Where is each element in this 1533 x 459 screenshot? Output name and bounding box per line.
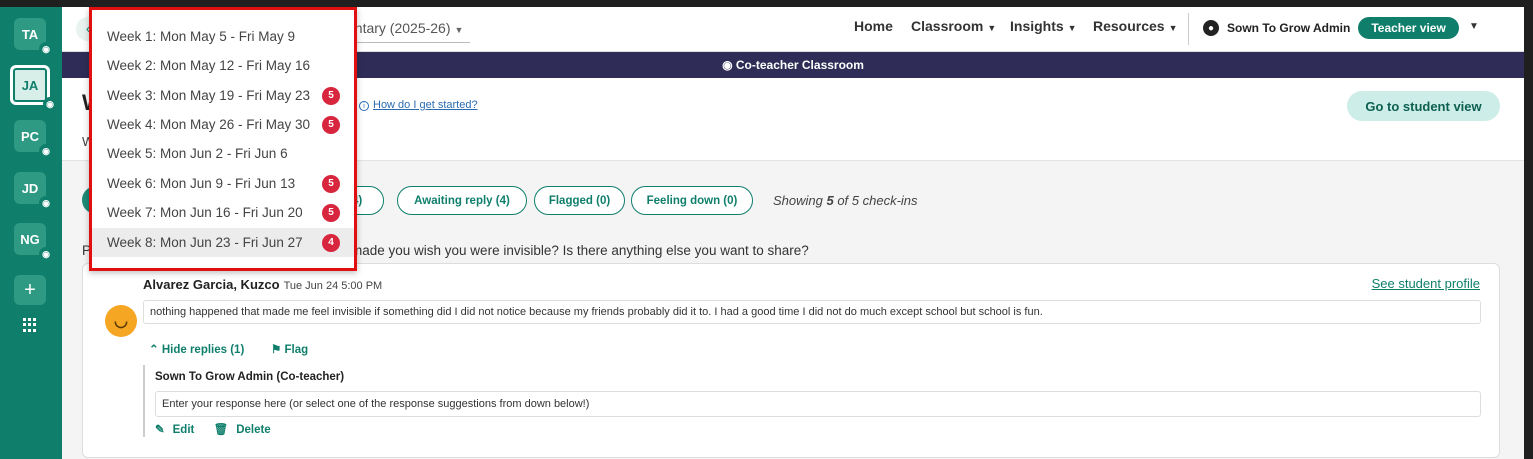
term-select[interactable]: entary (2025-26) ▼ [347,15,470,43]
pencil-icon: ✎ [155,424,165,436]
help-link[interactable]: i How do I get started? [359,99,478,111]
week-option-label: Week 4: Mon May 26 - Fri May 30 [107,117,311,132]
eye-icon: ◉ [39,144,53,158]
week-option-label: Week 7: Mon Jun 16 - Fri Jun 20 [107,205,303,220]
add-class-button[interactable]: + [14,275,46,305]
week-option[interactable]: Week 7: Mon Jun 16 - Fri Jun 20 5 [92,198,354,227]
delete-label: Delete [236,424,271,436]
caret-down-icon: ▼ [987,23,997,33]
week-option-selected[interactable]: Week 8: Mon Jun 23 - Fri Jun 27 4 [92,228,354,257]
student-profile-link[interactable]: See student profile [1372,276,1480,291]
filter-chip-awaiting-reply[interactable]: Awaiting reply (4) [397,186,527,215]
week-option-label: Week 6: Mon Jun 9 - Fri Jun 13 [107,176,296,191]
nav-label: Insights [1010,18,1064,34]
reply-input[interactable]: Enter your response here (or select one … [155,391,1481,417]
checkin-count-badge: 5 [322,204,340,222]
eye-icon: ◉ [39,196,53,210]
help-link-text: How do I get started? [373,99,478,111]
nav-divider [1188,13,1189,45]
class-tile-ja[interactable]: JA ◉ [10,65,57,111]
showing-suffix: of 5 check-ins [833,193,918,208]
plus-icon: + [24,278,36,301]
student-name-text: Alvarez Garcia, Kuzco [143,277,280,292]
teacher-view-toggle[interactable]: Teacher view [1358,17,1459,39]
showing-number: 5 [826,193,834,208]
hide-replies-button[interactable]: ⌃ Hide replies (1) [149,342,244,356]
caret-down-icon[interactable]: ▼ [1469,21,1479,32]
caret-down-icon: ▼ [1168,23,1178,33]
checkin-count-badge: 4 [322,234,340,252]
nav-label: Classroom [911,18,984,34]
week-option[interactable]: Week 3: Mon May 19 - Fri May 23 5 [92,81,354,110]
user-menu[interactable]: ● Sown To Grow Admin Teacher view [1203,17,1459,39]
showing-count: Showing 5 of 5 check-ins [773,193,918,208]
hide-replies-label: Hide replies (1) [161,344,245,356]
reply-author: Sown To Grow Admin (Co-teacher) [155,371,345,383]
week-option[interactable]: Week 6: Mon Jun 9 - Fri Jun 13 5 [92,169,354,198]
student-name: Alvarez Garcia, Kuzco Tue Jun 24 5:00 PM [143,277,382,292]
class-tile-jd[interactable]: JD ◉ [14,172,53,210]
info-icon: i [359,101,369,111]
student-view-button[interactable]: Go to student view [1347,91,1500,121]
week-dropdown-menu: Week 1: Mon May 5 - Fri May 9 Week 2: Mo… [89,7,357,271]
reply-block: Sown To Grow Admin (Co-teacher) Enter yo… [143,365,1481,437]
prompt-text: made you wish you were invisible? Is the… [351,243,809,258]
checkin-card: ◡ Alvarez Garcia, Kuzco Tue Jun 24 5:00 P… [82,263,1500,458]
user-avatar-icon: ● [1203,20,1219,36]
flag-icon: ⚑ [271,344,285,356]
week-option-label: Week 3: Mon May 19 - Fri May 23 [107,88,311,103]
checkin-count-badge: 5 [322,116,340,134]
filter-chip-flagged[interactable]: Flagged (0) [534,186,625,215]
class-initials: NG [20,231,40,247]
eye-icon: ◉ [39,247,53,261]
week-option[interactable]: Week 1: Mon May 5 - Fri May 9 [92,22,354,51]
caret-down-icon: ▼ [454,25,464,35]
week-option[interactable]: Week 5: Mon Jun 2 - Fri Jun 6 [92,139,354,168]
flag-button[interactable]: ⚑ Flag [271,342,308,356]
nav-classroom[interactable]: Classroom ▼ [911,7,996,52]
showing-prefix: Showing [773,193,827,208]
app-window: TA ◉ JA ◉ PC ◉ JD ◉ NG ◉ + ‹ entary (202… [0,7,1524,459]
user-name: Sown To Grow Admin [1227,21,1351,35]
week-option-label: Week 2: Mon May 12 - Fri May 16 [107,58,311,73]
student-answer: nothing happened that made me feel invis… [143,300,1481,324]
week-option-label: Week 5: Mon Jun 2 - Fri Jun 6 [107,146,288,161]
week-option[interactable]: Week 4: Mon May 26 - Fri May 30 5 [92,110,354,139]
nav-resources[interactable]: Resources ▼ [1093,7,1178,52]
trash-icon: 🗑 [213,424,229,436]
week-option-label: Week 8: Mon Jun 23 - Fri Jun 27 [107,235,303,250]
checkin-count-badge: 5 [322,175,340,193]
checkin-time: Tue Jun 24 5:00 PM [283,280,383,292]
grinning-face-icon: ◡ [105,305,137,337]
eye-icon: ◉ [722,58,736,72]
apps-grid-icon[interactable] [23,318,37,332]
week-option-label: Week 1: Mon May 5 - Fri May 9 [107,29,296,44]
reply-actions: ✎ Edit 🗑 Delete [155,422,287,436]
class-tile-ng[interactable]: NG ◉ [14,223,53,261]
nav-label: Home [854,18,893,34]
chevron-up-icon: ⌃ [149,344,162,356]
class-initials: JA [21,77,39,93]
eye-icon: ◉ [39,42,53,56]
nav-home[interactable]: Home [854,7,893,52]
nav-insights[interactable]: Insights ▼ [1010,7,1077,52]
edit-label: Edit [172,424,195,436]
term-select-value: entary (2025-26) [347,20,451,36]
banner-text: Co-teacher Classroom [735,58,864,72]
delete-button[interactable]: 🗑 Delete [214,424,279,436]
edit-button[interactable]: ✎ Edit [155,424,202,436]
class-initials: PC [20,128,40,144]
filter-chip-feeling-down[interactable]: Feeling down (0) [631,186,753,215]
class-initials: TA [21,26,39,42]
nav-label: Resources [1093,18,1165,34]
checkin-count-badge: 5 [322,87,340,105]
class-initials: JD [21,180,39,196]
class-tile-ta[interactable]: TA ◉ [14,18,53,56]
caret-down-icon: ▼ [1067,23,1077,33]
flag-label: Flag [284,344,309,356]
eye-icon: ◉ [43,97,57,111]
class-rail: TA ◉ JA ◉ PC ◉ JD ◉ NG ◉ + [0,7,62,459]
week-option[interactable]: Week 2: Mon May 12 - Fri May 16 [92,51,354,80]
class-tile-pc[interactable]: PC ◉ [14,120,53,158]
